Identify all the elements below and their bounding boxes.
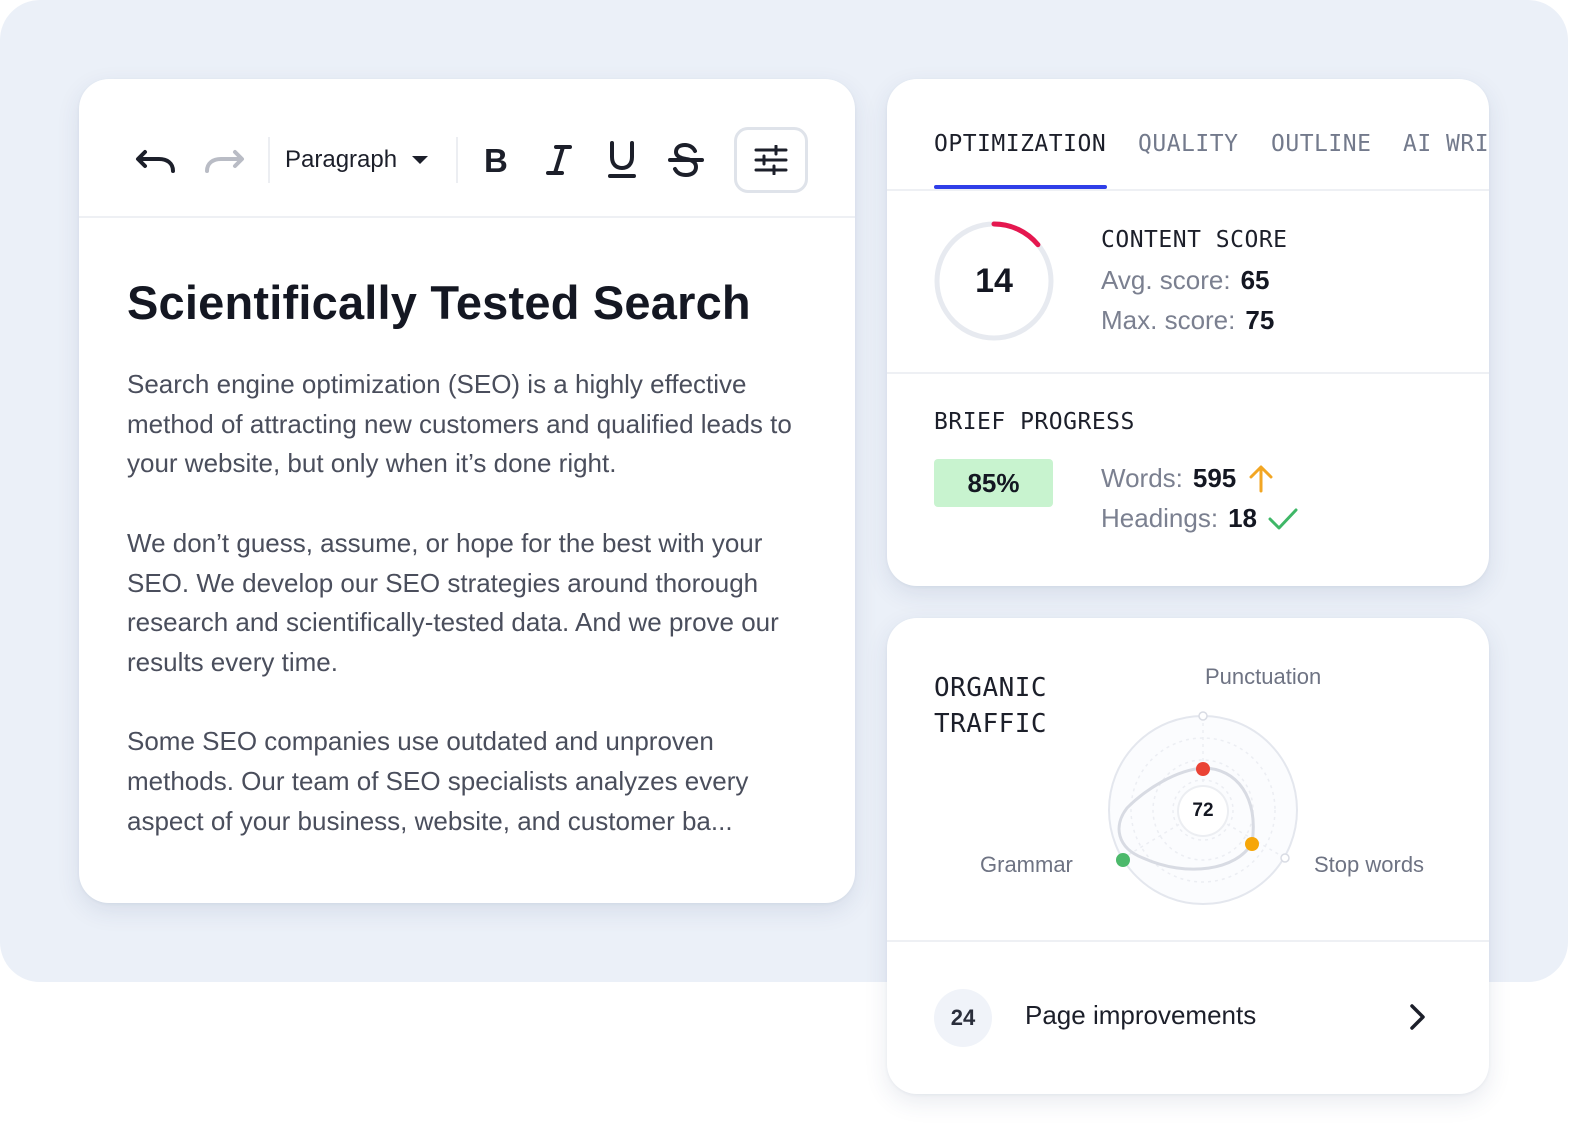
stop-words-point [1245, 837, 1259, 851]
tab-optimization[interactable]: OPTIMIZATION [934, 131, 1106, 157]
axis-marker [1198, 711, 1208, 721]
brief-progress-badge: 85% [934, 459, 1053, 507]
avg-score-value: 65 [1240, 265, 1270, 295]
checkmark-icon [1268, 508, 1298, 529]
formatting-settings-button[interactable] [734, 127, 808, 193]
axis-label-punctuation: Punctuation [1205, 664, 1322, 689]
italic-icon [546, 145, 572, 175]
content-score-label: CONTENT SCORE [1101, 227, 1288, 253]
strikethrough-button[interactable] [663, 137, 709, 183]
headings-label: Headings: [1101, 503, 1219, 533]
svg-text:B: B [484, 144, 508, 176]
undo-button[interactable] [133, 141, 179, 181]
tab-bar: OPTIMIZATION QUALITY OUTLINE AI WRI [887, 79, 1489, 191]
chevron-right-icon [1410, 1004, 1425, 1030]
bold-icon: B [484, 144, 508, 176]
editor-toolbar: Paragraph B [79, 79, 855, 218]
block-type-label: Paragraph [285, 146, 398, 173]
document-paragraph[interactable]: Some SEO companies use outdated and unpr… [127, 722, 817, 841]
brief-progress-label: BRIEF PROGRESS [934, 409, 1135, 435]
redo-button[interactable] [201, 141, 247, 181]
underline-button[interactable] [601, 137, 643, 183]
toolbar-divider [268, 137, 270, 183]
tab-outline[interactable]: OUTLINE [1271, 131, 1371, 157]
page-improvements-row[interactable]: 24 Page improvements [887, 940, 1489, 1094]
improvements-label: Page improvements [1025, 1000, 1257, 1030]
title-line: ORGANIC [934, 673, 1048, 703]
words-value: 595 [1192, 463, 1237, 493]
organic-score-badge: 72 [1179, 787, 1227, 835]
active-tab-indicator [934, 185, 1107, 189]
words-label: Words: [1101, 463, 1183, 493]
tab-quality[interactable]: QUALITY [1138, 131, 1238, 157]
strikethrough-icon [668, 142, 704, 178]
caret-down-icon [412, 156, 429, 164]
improvements-count-badge: 24 [934, 989, 992, 1047]
redo-icon [205, 150, 244, 173]
optimization-card: OPTIMIZATION QUALITY OUTLINE AI WRI 14 C… [887, 79, 1489, 586]
underline-icon [608, 141, 636, 178]
axis-label-stop-words: Stop words [1314, 852, 1425, 877]
document-body[interactable]: Search engine optimization (SEO) is a hi… [127, 365, 817, 881]
grammar-point [1116, 853, 1130, 867]
bold-button[interactable]: B [475, 139, 515, 181]
document-paragraph[interactable]: Search engine optimization (SEO) is a hi… [127, 365, 817, 484]
undo-icon [136, 150, 175, 173]
max-score-label: Max. score: [1101, 305, 1236, 335]
max-score-value: 75 [1245, 305, 1275, 335]
editor-card: Paragraph B Scientifically Tested Search… [79, 79, 855, 903]
italic-button[interactable] [539, 139, 579, 181]
words-stat: Words: 595 [1101, 463, 1276, 494]
section-divider [887, 372, 1489, 374]
content-score-value: 14 [975, 261, 1013, 300]
max-score: Max. score: 75 [1101, 305, 1274, 336]
axis-label-grammar: Grammar [980, 852, 1073, 877]
organic-traffic-title: ORGANIC TRAFFIC [934, 670, 1047, 742]
block-type-select[interactable]: Paragraph [285, 139, 429, 181]
headings-stat: Headings: 18 [1101, 503, 1299, 534]
document-title[interactable]: Scientifically Tested Search [127, 275, 751, 330]
avg-score: Avg. score: 65 [1101, 265, 1270, 296]
document-paragraph[interactable]: We don’t guess, assume, or hope for the … [127, 524, 817, 683]
sliders-icon [754, 145, 788, 175]
organic-traffic-card: ORGANIC TRAFFIC 72 Punctuation Stop word… [887, 618, 1489, 1094]
avg-score-label: Avg. score: [1101, 265, 1231, 295]
title-line: TRAFFIC [934, 709, 1048, 739]
tab-ai-writer[interactable]: AI WRI [1403, 131, 1489, 157]
axis-marker [1280, 853, 1290, 863]
arrow-up-icon [1249, 465, 1273, 492]
toolbar-divider [456, 137, 458, 183]
punctuation-point [1196, 762, 1210, 776]
headings-value: 18 [1228, 503, 1257, 533]
